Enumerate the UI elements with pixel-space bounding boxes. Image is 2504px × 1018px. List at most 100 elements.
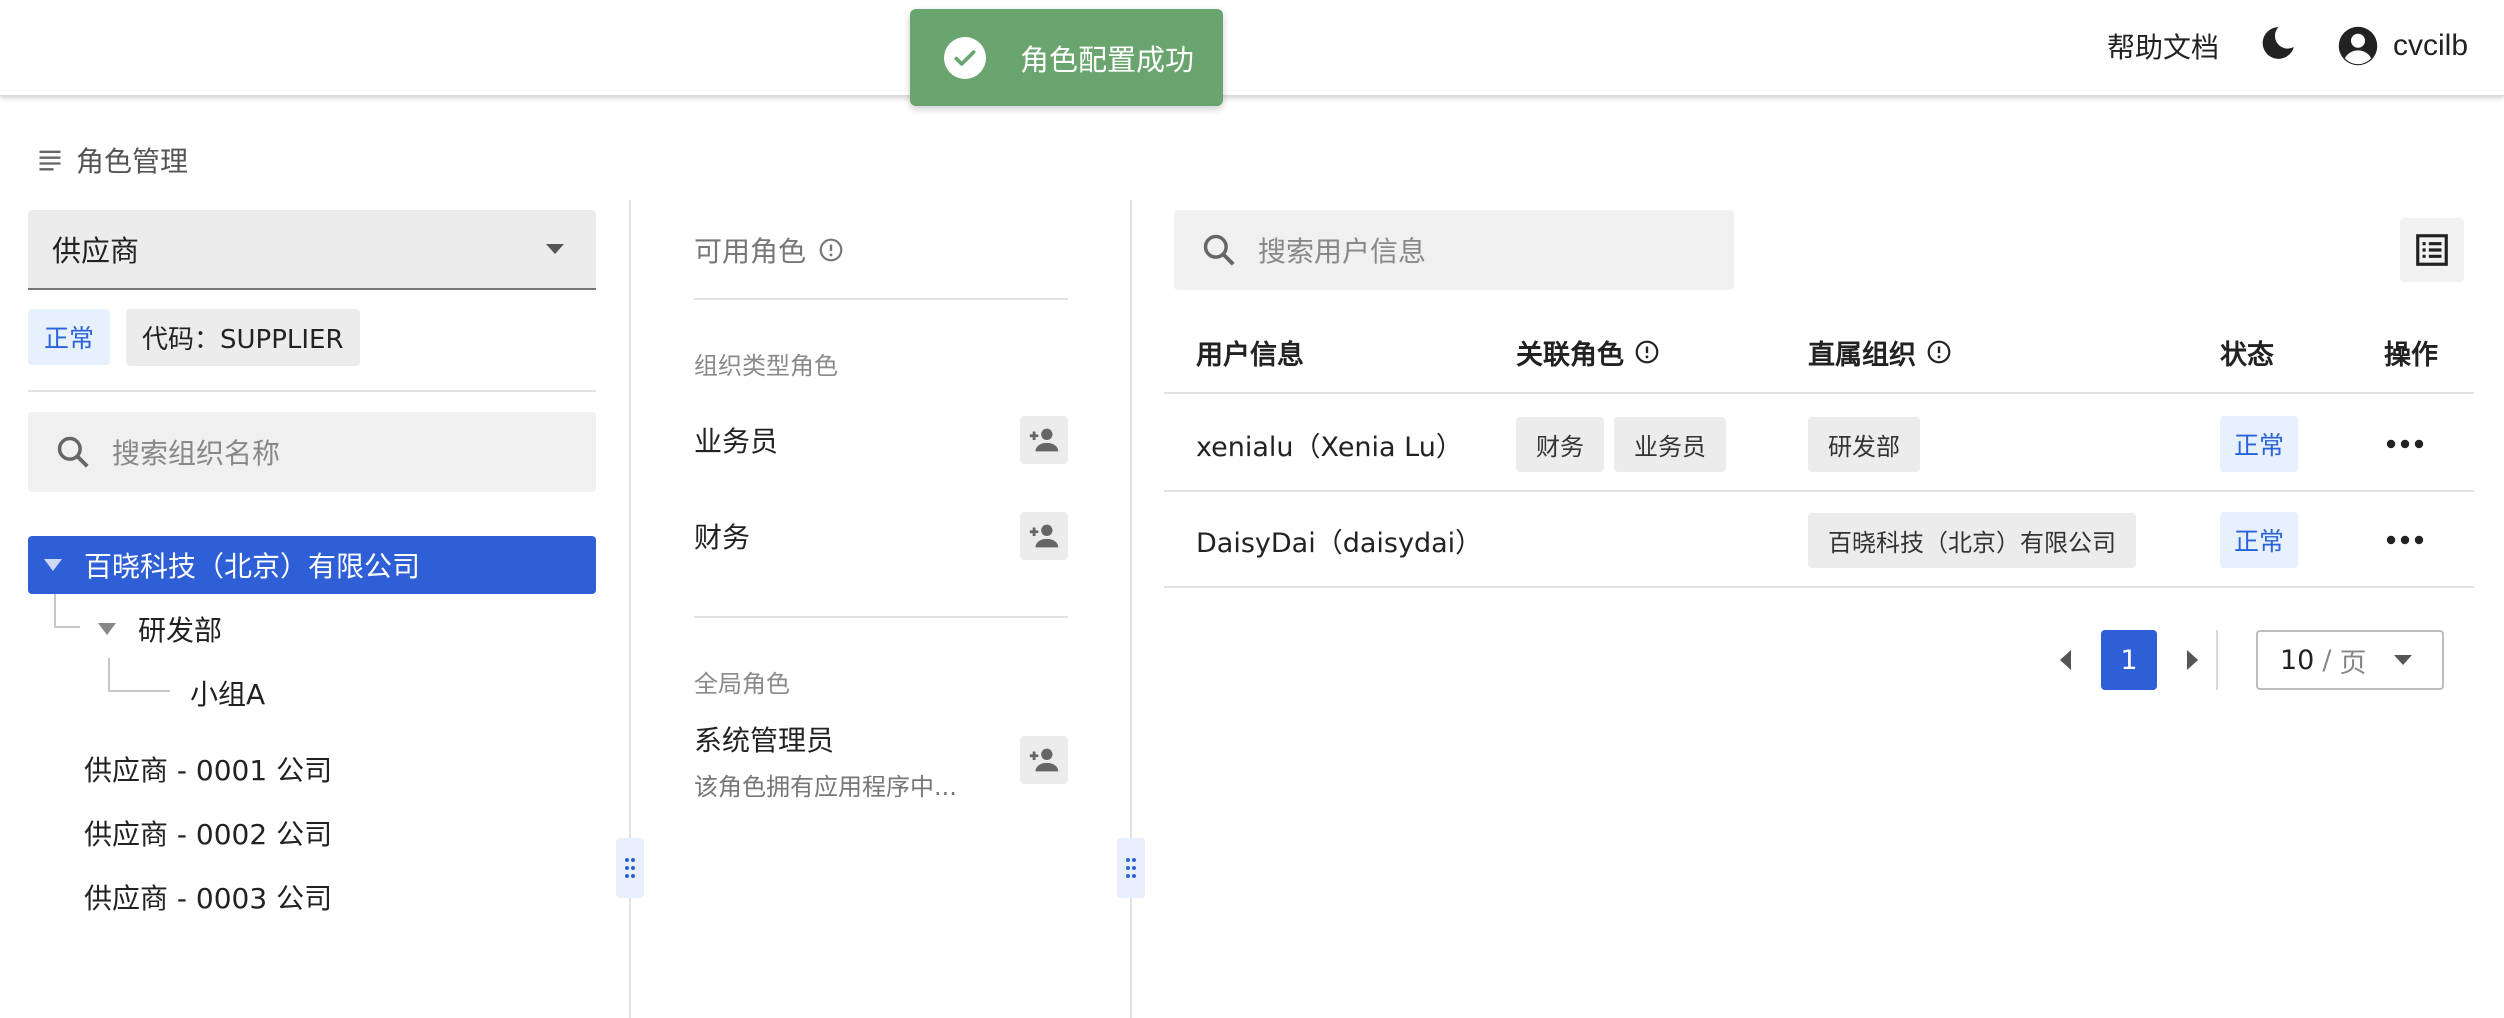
role-chip: 财务 — [1516, 416, 1604, 472]
org-chip: 百晓科技（北京）有限公司 — [1808, 512, 2136, 568]
success-toast: 角色配置成功 — [910, 9, 1223, 106]
column-header-status: 状态 — [2220, 339, 2274, 371]
user-search-placeholder: 搜索用户信息 — [1258, 235, 1427, 268]
tree-node-supplier-0002[interactable]: 供应商 - 0002 公司 — [84, 804, 332, 862]
org-type-select-value: 供应商 — [52, 234, 140, 268]
help-docs-link[interactable]: 帮助文档 — [2107, 26, 2219, 66]
tree-node-label: 供应商 - 0003 公司 — [84, 882, 333, 915]
role-text: 系统管理员 该角色拥有应用程序中... — [694, 719, 957, 802]
user-info-cell: DaisyDai（daisydai） — [1196, 527, 1483, 559]
search-icon — [1203, 234, 1235, 266]
status-badge: 正常 — [2220, 416, 2299, 472]
org-panel: 供应商 正常 代码：SUPPLIER 搜索组织名称 — [28, 210, 596, 492]
org-type-tags: 正常 代码：SUPPLIER — [28, 308, 596, 366]
role-name: 系统管理员 — [694, 723, 835, 757]
divider — [694, 616, 1068, 618]
available-roles-header: 可用角色 — [694, 210, 1068, 290]
prev-page-icon[interactable] — [2060, 650, 2071, 670]
status-cell: 正常 — [2220, 492, 2299, 588]
column-header-user: 用户信息 — [1196, 339, 1304, 371]
check-circle-icon — [944, 36, 986, 79]
tree-node-supplier-0003[interactable]: 供应商 - 0003 公司 — [84, 868, 332, 926]
search-icon — [57, 436, 89, 468]
available-roles-title: 可用角色 — [694, 235, 807, 268]
account-circle-icon — [2338, 26, 2378, 66]
add-user-icon[interactable] — [1020, 736, 1068, 784]
dropdown-arrow-icon — [2394, 655, 2413, 665]
org-cell: 研发部 — [1808, 396, 1920, 492]
tree-node-label: 供应商 - 0002 公司 — [84, 818, 333, 851]
info-icon[interactable] — [1634, 339, 1660, 365]
tree-node-label: 百晓科技（北京）有限公司 — [84, 550, 421, 583]
info-icon[interactable] — [818, 237, 844, 263]
more-actions-icon[interactable] — [2386, 396, 2424, 492]
role-item: 财务 — [694, 510, 1068, 562]
expand-triangle-icon[interactable] — [44, 559, 62, 571]
roles-cell: 财务 业务员 — [1516, 396, 1726, 492]
role-item: 系统管理员 该角色拥有应用程序中... — [694, 724, 1068, 801]
more-actions-icon[interactable] — [2386, 492, 2424, 588]
page-button-current[interactable]: 1 — [2101, 630, 2157, 690]
roles-panel: 可用角色 组织类型角色 业务员 财务 全局角色 系统管理员 该角色拥有应用程序中… — [694, 210, 1068, 801]
column-header-actions: 操作 — [2384, 339, 2438, 371]
global-roles-section: 全局角色 — [694, 670, 790, 698]
next-page-icon[interactable] — [2187, 650, 2198, 670]
expand-triangle-icon[interactable] — [98, 623, 116, 635]
info-icon[interactable] — [1926, 339, 1952, 365]
page-size-separator: / — [2322, 644, 2332, 676]
column-header-roles: 关联角色 — [1516, 310, 1660, 394]
user-menu[interactable]: cvcilb — [2337, 25, 2468, 67]
dropdown-arrow-icon — [546, 244, 564, 254]
role-item: 业务员 — [694, 414, 1068, 466]
dark-mode-moon-icon[interactable] — [2259, 24, 2297, 69]
drag-handle-icon — [625, 858, 635, 878]
page-size-select[interactable]: 10 / 页 — [2256, 630, 2444, 690]
status-badge: 正常 — [28, 309, 111, 365]
role-chip: 业务员 — [1614, 416, 1726, 472]
divider — [28, 390, 596, 392]
org-chip: 研发部 — [1808, 416, 1920, 472]
status-cell: 正常 — [2220, 396, 2299, 492]
tree-connector — [108, 658, 170, 692]
column-header-org: 直属组织 — [1808, 310, 1952, 394]
tree-node-label: 研发部 — [138, 614, 223, 647]
pagination: 1 — [2060, 630, 2218, 690]
tree-node-supplier-0001[interactable]: 供应商 - 0001 公司 — [84, 740, 332, 798]
user-search-input[interactable]: 搜索用户信息 — [1174, 210, 1734, 290]
app-header: 帮助文档 cvcilb — [0, 0, 2504, 96]
resize-handle-left[interactable] — [616, 838, 644, 898]
org-search-input[interactable]: 搜索组织名称 — [28, 412, 596, 492]
tree-connector — [54, 594, 80, 628]
table-row: DaisyDai（daisydai） 百晓科技（北京）有限公司 正常 — [1164, 492, 2474, 588]
list-view-icon[interactable] — [2400, 218, 2464, 282]
status-badge: 正常 — [2220, 512, 2299, 568]
toast-message: 角色配置成功 — [1020, 42, 1195, 77]
list-lines-icon — [39, 150, 61, 171]
header-actions: 帮助文档 cvcilb — [2107, 0, 2468, 92]
divider — [2216, 630, 2218, 690]
tree-node-label: 供应商 - 0001 公司 — [84, 754, 333, 787]
tree-node-root[interactable]: 百晓科技（北京）有限公司 — [28, 536, 596, 594]
add-user-icon[interactable] — [1020, 416, 1068, 464]
drag-handle-icon — [1126, 858, 1136, 878]
tree-node-label: 小组A — [190, 678, 266, 711]
tree-node-rnd[interactable]: 研发部 — [98, 600, 222, 658]
role-description: 该角色拥有应用程序中... — [694, 772, 957, 801]
role-name: 业务员 — [694, 425, 779, 458]
tree-node-group-a[interactable]: 小组A — [190, 664, 265, 722]
username: cvcilb — [2392, 29, 2468, 62]
org-search-placeholder: 搜索组织名称 — [112, 437, 281, 470]
table-row: xenialu（Xenia Lu） 财务 业务员 研发部 正常 — [1164, 396, 2474, 492]
breadcrumb: 角色管理 — [36, 140, 188, 180]
org-cell: 百晓科技（北京）有限公司 — [1808, 492, 2136, 588]
users-table-header: 用户信息 关联角色 直属组织 状态 操作 — [1164, 310, 2474, 394]
org-type-select[interactable]: 供应商 — [28, 210, 596, 290]
resize-handle-right[interactable] — [1117, 838, 1145, 898]
user-info-cell: xenialu（Xenia Lu） — [1196, 431, 1463, 463]
divider — [694, 298, 1068, 300]
page-size-unit: 页 — [2339, 647, 2367, 679]
add-user-icon[interactable] — [1020, 512, 1068, 560]
code-badge: 代码：SUPPLIER — [126, 308, 360, 366]
role-name: 财务 — [694, 521, 751, 554]
org-type-roles-section: 组织类型角色 — [694, 352, 838, 380]
